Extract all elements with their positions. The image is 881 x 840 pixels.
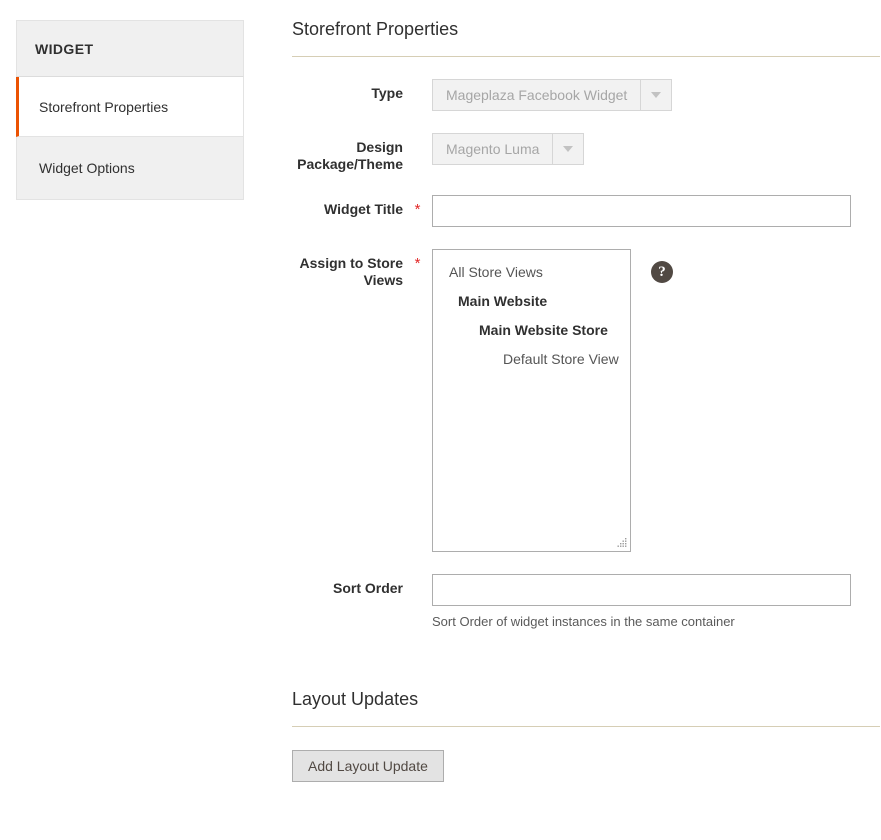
type-select[interactable]: Mageplaza Facebook Widget xyxy=(432,79,673,111)
type-select-wrapper: Mageplaza Facebook Widget xyxy=(432,79,673,111)
store-views-multiselect-wrapper: All Store Views Main Website Main Websit… xyxy=(432,249,631,552)
field-row-widget-title: Widget Title * xyxy=(292,195,852,227)
question-mark-icon[interactable]: ? xyxy=(651,261,673,283)
resize-grip-icon[interactable] xyxy=(615,536,628,549)
field-row-design-theme: Design Package/Theme Magento Luma xyxy=(292,133,852,173)
section-divider xyxy=(292,56,880,57)
sidebar-item-label: Storefront Properties xyxy=(39,98,169,115)
design-theme-select-value: Magento Luma xyxy=(446,141,540,157)
field-row-sort-order: Sort Order Sort Order of widget instance… xyxy=(292,574,852,630)
assign-store-views-label: Assign to Store Views xyxy=(299,255,403,288)
required-marker: * xyxy=(414,255,421,272)
sidebar-item-label: Widget Options xyxy=(39,160,135,176)
page-title: Storefront Properties xyxy=(292,19,459,39)
main-content: Storefront Properties Type Mageplaza Fac… xyxy=(292,19,880,782)
widget-title-label: Widget Title xyxy=(324,201,403,217)
storefront-properties-section: Storefront Properties Type Mageplaza Fac… xyxy=(292,19,880,630)
store-view-option-all-store-views[interactable]: All Store Views xyxy=(433,258,630,287)
sort-order-input[interactable] xyxy=(432,574,851,606)
widget-sidebar: WIDGET Storefront Properties Widget Opti… xyxy=(16,20,244,200)
chevron-down-icon xyxy=(640,80,671,110)
sort-order-label: Sort Order xyxy=(332,580,403,596)
design-theme-label: Design Package/Theme xyxy=(297,139,403,172)
section-divider xyxy=(292,726,880,727)
type-select-value: Mageplaza Facebook Widget xyxy=(446,87,628,103)
required-marker: * xyxy=(414,201,421,218)
chevron-down-icon xyxy=(552,134,583,164)
store-view-option-main-website[interactable]: Main Website xyxy=(433,287,630,316)
sidebar-item-widget-options[interactable]: Widget Options xyxy=(16,137,244,200)
layout-updates-section: Layout Updates Add Layout Update xyxy=(292,689,880,782)
store-view-option-main-website-store[interactable]: Main Website Store xyxy=(433,316,630,345)
sort-order-input-wrapper: Sort Order of widget instances in the sa… xyxy=(432,574,851,630)
sidebar-item-storefront-properties[interactable]: Storefront Properties xyxy=(16,77,244,137)
layout-updates-title: Layout Updates xyxy=(292,689,419,709)
type-label: Type xyxy=(371,85,403,101)
store-views-multiselect[interactable]: All Store Views Main Website Main Websit… xyxy=(432,249,631,552)
design-theme-select-wrapper: Magento Luma xyxy=(432,133,585,165)
add-layout-update-button[interactable]: Add Layout Update xyxy=(292,750,444,782)
store-view-option-default-store-view[interactable]: Default Store View xyxy=(433,345,630,374)
field-row-assign-store-views: Assign to Store Views * All Store Views … xyxy=(292,249,852,552)
widget-title-input[interactable] xyxy=(432,195,851,227)
widget-title-input-wrapper xyxy=(432,195,851,227)
sidebar-header-label: WIDGET xyxy=(35,40,94,57)
sidebar-header: WIDGET xyxy=(16,20,244,77)
sort-order-note: Sort Order of widget instances in the sa… xyxy=(432,614,735,629)
field-row-type: Type Mageplaza Facebook Widget xyxy=(292,79,852,111)
design-theme-select[interactable]: Magento Luma xyxy=(432,133,585,165)
